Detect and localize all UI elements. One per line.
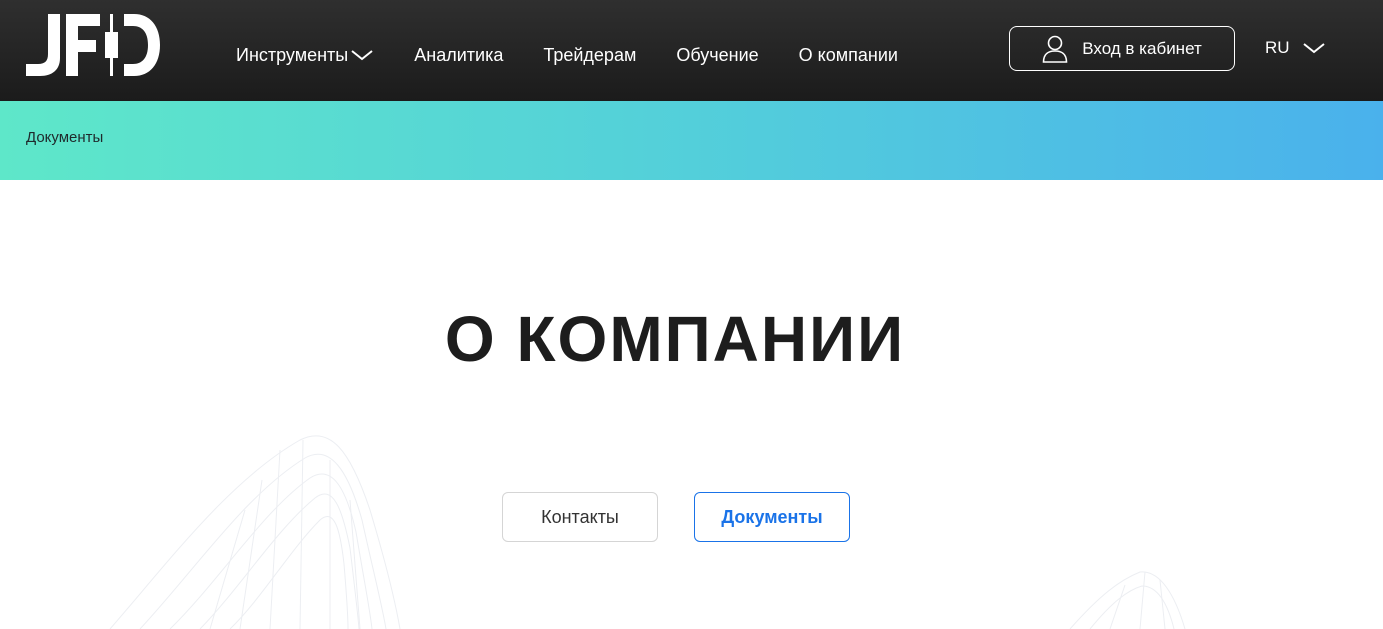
nav-analytics[interactable]: Аналитика xyxy=(414,44,503,66)
nav-analytics-label: Аналитика xyxy=(414,45,504,65)
chevron-down-icon xyxy=(1302,43,1325,54)
user-icon xyxy=(1042,35,1068,63)
main-nav: Инструменты Аналитика Трейдерам Обучение… xyxy=(236,44,938,66)
jfd-logo[interactable] xyxy=(26,14,160,76)
language-current: RU xyxy=(1265,38,1290,57)
nav-about-label: О компании xyxy=(798,45,898,65)
login-button-label: Вход в кабинет xyxy=(1082,38,1202,58)
site-header: Инструменты Аналитика Трейдерам Обучение… xyxy=(0,0,1383,101)
nav-traders[interactable]: Трейдерам xyxy=(543,44,636,66)
breadcrumb-band xyxy=(0,101,1383,180)
breadcrumb-current: Документы xyxy=(26,129,104,146)
tab-documents[interactable]: Документы xyxy=(694,492,850,542)
tab-contacts[interactable]: Контакты xyxy=(502,492,658,542)
nav-about[interactable]: О компании xyxy=(799,44,898,66)
nav-instruments-label: Инструменты xyxy=(236,45,349,65)
nav-instruments[interactable]: Инструменты xyxy=(236,44,374,66)
wireframe-background xyxy=(109,435,1186,629)
language-selector[interactable]: RU xyxy=(1265,36,1326,60)
chevron-down-icon xyxy=(351,50,373,61)
tab-documents-label: Документы xyxy=(721,506,823,527)
nav-traders-label: Трейдерам xyxy=(543,45,637,65)
nav-education-label: Обучение xyxy=(676,45,759,65)
page: Инструменты Аналитика Трейдерам Обучение… xyxy=(0,0,1383,629)
page-title: О КОМПАНИИ xyxy=(444,303,906,375)
tab-contacts-label: Контакты xyxy=(541,506,619,527)
login-button[interactable]: Вход в кабинет xyxy=(1009,26,1235,71)
nav-education[interactable]: Обучение xyxy=(676,44,758,66)
